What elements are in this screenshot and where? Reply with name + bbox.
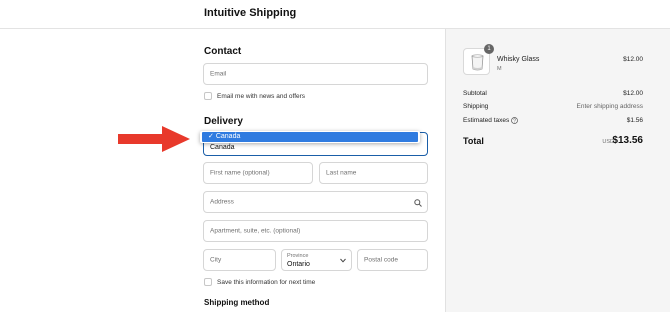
country-value: Canada (210, 144, 235, 151)
product-name: Whisky Glass (497, 56, 540, 63)
apartment-field[interactable]: Apartment, suite, etc. (optional) (203, 220, 428, 242)
save-info-label: Save this information for next time (217, 279, 316, 286)
first-name-field[interactable]: First name (optional) (203, 162, 313, 184)
header-bar: Intuitive Shipping (0, 0, 670, 29)
check-icon: ✓ (208, 133, 214, 140)
info-icon[interactable]: ? (511, 117, 518, 124)
product-variant: M (497, 66, 502, 72)
store-name[interactable]: Intuitive Shipping (204, 7, 296, 19)
first-name-placeholder: First name (optional) (210, 169, 270, 177)
last-name-placeholder: Last name (326, 169, 357, 177)
delivery-heading: Delivery (204, 116, 243, 127)
save-info-checkbox[interactable] (204, 278, 212, 286)
address-placeholder: Address (210, 198, 234, 206)
svg-text:?: ? (513, 118, 516, 124)
newsletter-label: Email me with news and offers (217, 93, 306, 100)
postal-code-placeholder: Postal code (364, 256, 398, 264)
country-dropdown: ✓ Canada (200, 131, 420, 143)
apartment-placeholder: Apartment, suite, etc. (optional) (210, 227, 301, 235)
contact-heading: Contact (204, 46, 242, 57)
country-option-canada[interactable]: ✓ Canada (202, 132, 418, 142)
province-select[interactable]: Province Ontario (281, 249, 352, 271)
total-value: $13.56 (612, 135, 643, 146)
last-name-field[interactable]: Last name (319, 162, 428, 184)
subtotal-value: $12.00 (623, 90, 643, 97)
shipping-label: Shipping (463, 103, 489, 110)
postal-code-field[interactable]: Postal code (357, 249, 428, 271)
red-arrow-icon (118, 126, 190, 152)
chevron-down-icon (340, 258, 346, 263)
taxes-label: Estimated taxes (463, 117, 510, 124)
address-field[interactable]: Address (203, 191, 428, 213)
taxes-value: $1.56 (626, 117, 643, 124)
product-price: $12.00 (623, 56, 643, 63)
search-icon (414, 199, 422, 207)
quantity-badge: 1 (484, 44, 494, 54)
total-label: Total (463, 136, 484, 146)
province-value: Ontario (287, 261, 310, 268)
shipping-value: Enter shipping address (576, 103, 644, 110)
province-label: Province (287, 253, 309, 259)
city-field[interactable]: City (203, 249, 276, 271)
email-field[interactable]: Email (203, 63, 428, 85)
email-placeholder: Email (210, 70, 227, 78)
newsletter-checkbox[interactable] (204, 92, 212, 100)
city-placeholder: City (210, 256, 222, 264)
subtotal-label: Subtotal (463, 90, 487, 97)
country-option-label: Canada (215, 133, 241, 140)
shipping-method-heading: Shipping method (204, 298, 270, 307)
